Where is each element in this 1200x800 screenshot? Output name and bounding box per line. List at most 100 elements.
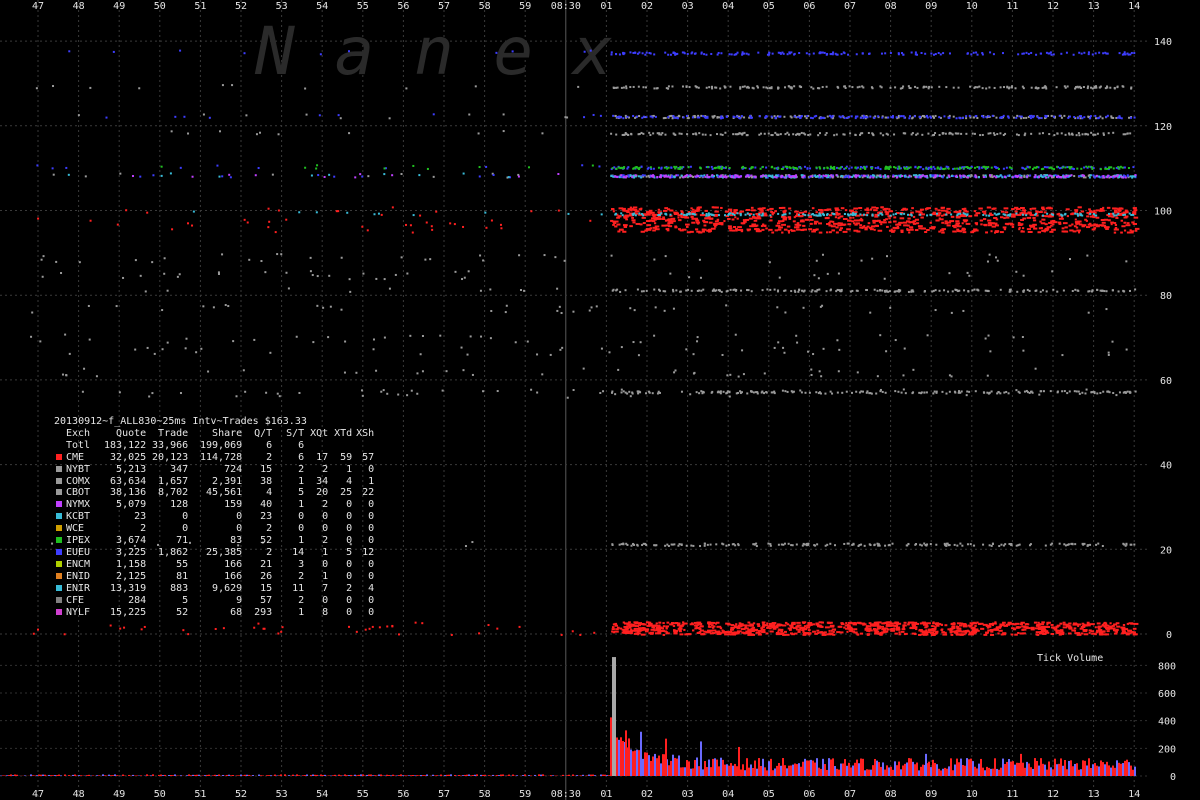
trade-dot bbox=[643, 174, 646, 177]
trade-dot bbox=[666, 621, 670, 624]
trade-dot bbox=[1035, 210, 1039, 213]
trade-dot bbox=[777, 228, 782, 231]
trade-dot bbox=[1086, 226, 1091, 229]
trade-dot bbox=[793, 53, 796, 56]
trade-dot bbox=[620, 212, 623, 215]
trade-dot bbox=[1012, 336, 1015, 339]
trade-dot bbox=[657, 214, 660, 217]
trade-dot bbox=[864, 228, 868, 231]
trade-dot bbox=[955, 629, 958, 632]
trade-dot bbox=[625, 218, 628, 221]
trade-dot bbox=[51, 542, 54, 545]
trade-dot bbox=[849, 621, 853, 624]
trade-dot bbox=[316, 164, 319, 167]
trade-dot bbox=[693, 114, 696, 117]
trade-dot bbox=[642, 115, 645, 118]
trade-dot bbox=[769, 543, 772, 546]
trade-dot bbox=[848, 628, 851, 631]
trade-dot bbox=[629, 206, 633, 209]
trade-dot bbox=[819, 51, 822, 54]
trade-dot bbox=[1070, 213, 1074, 216]
trade-dot bbox=[1125, 348, 1128, 351]
trade-dot bbox=[776, 623, 781, 626]
trade-dot bbox=[810, 213, 813, 216]
trade-dot bbox=[960, 214, 965, 217]
trade-dot bbox=[698, 116, 701, 119]
trade-dot bbox=[957, 390, 960, 393]
trade-dot bbox=[899, 87, 902, 90]
trade-dot bbox=[618, 116, 621, 119]
trade-dot bbox=[1113, 209, 1118, 212]
trade-dot bbox=[630, 133, 633, 136]
trade-dot bbox=[962, 309, 965, 312]
trade-dot bbox=[685, 213, 688, 216]
trade-dot bbox=[696, 230, 701, 233]
trade-dot bbox=[856, 86, 859, 89]
trade-dot bbox=[161, 348, 164, 351]
trade-dot bbox=[829, 542, 832, 545]
trade-dot bbox=[885, 225, 889, 228]
trade-dot bbox=[934, 309, 937, 312]
trade-dot bbox=[727, 217, 731, 220]
trade-dot bbox=[613, 175, 616, 178]
trade-dot bbox=[700, 633, 706, 636]
trade-dot bbox=[60, 272, 63, 275]
trade-dot bbox=[224, 304, 227, 307]
trade-dot bbox=[871, 174, 874, 177]
trade-dot bbox=[687, 166, 690, 169]
trade-dot bbox=[694, 627, 698, 630]
trade-dot bbox=[1034, 367, 1037, 370]
trade-dot bbox=[953, 543, 956, 546]
trade-dot bbox=[877, 167, 880, 170]
trade-dot bbox=[429, 258, 432, 261]
trade-dot bbox=[893, 290, 896, 293]
trade-dot bbox=[1086, 254, 1089, 257]
trade-dot bbox=[611, 208, 615, 211]
trade-dot bbox=[746, 212, 749, 215]
trade-dot bbox=[677, 114, 680, 117]
trade-dot bbox=[724, 210, 730, 213]
trade-dot bbox=[930, 167, 933, 170]
trade-dot bbox=[836, 391, 839, 394]
trade-dot bbox=[956, 225, 962, 228]
trade-dot bbox=[805, 52, 808, 55]
trade-dot bbox=[893, 627, 896, 630]
trade-dot bbox=[1130, 631, 1135, 634]
trade-dot bbox=[923, 116, 926, 119]
trade-dot bbox=[673, 116, 676, 119]
trade-dot bbox=[1095, 631, 1099, 634]
trade-dot bbox=[986, 289, 989, 292]
trade-dot bbox=[1110, 223, 1113, 226]
trade-dot bbox=[1076, 117, 1079, 120]
trade-dot bbox=[876, 542, 879, 545]
trade-dot bbox=[741, 52, 744, 55]
trade-dot bbox=[838, 348, 841, 351]
trade-dot bbox=[770, 115, 773, 118]
trade-dot bbox=[656, 87, 659, 90]
trade-dot bbox=[649, 115, 652, 118]
trade-dot bbox=[788, 628, 792, 631]
trade-dot bbox=[831, 212, 834, 215]
trade-dot bbox=[859, 213, 862, 216]
trade-dot bbox=[169, 172, 172, 175]
trade-dot bbox=[961, 544, 964, 547]
trade-dot bbox=[1044, 631, 1050, 634]
trade-dot bbox=[1056, 390, 1059, 393]
trade-dot bbox=[662, 625, 666, 628]
trade-dot bbox=[947, 174, 950, 177]
trade-dot bbox=[917, 225, 923, 228]
trade-dot bbox=[626, 392, 629, 395]
trade-dot bbox=[1088, 631, 1091, 634]
trade-dot bbox=[1048, 207, 1053, 210]
trade-dot bbox=[1121, 85, 1124, 88]
trade-dot bbox=[659, 627, 662, 630]
trade-dot bbox=[477, 132, 480, 135]
trade-dot bbox=[786, 390, 789, 393]
trade-dot bbox=[993, 212, 996, 215]
trade-dot bbox=[767, 626, 770, 629]
trade-dot bbox=[826, 231, 829, 234]
trade-dot bbox=[216, 164, 219, 167]
trade-dot bbox=[383, 173, 386, 176]
trade-dot bbox=[1061, 227, 1065, 230]
trade-dot bbox=[974, 174, 977, 177]
